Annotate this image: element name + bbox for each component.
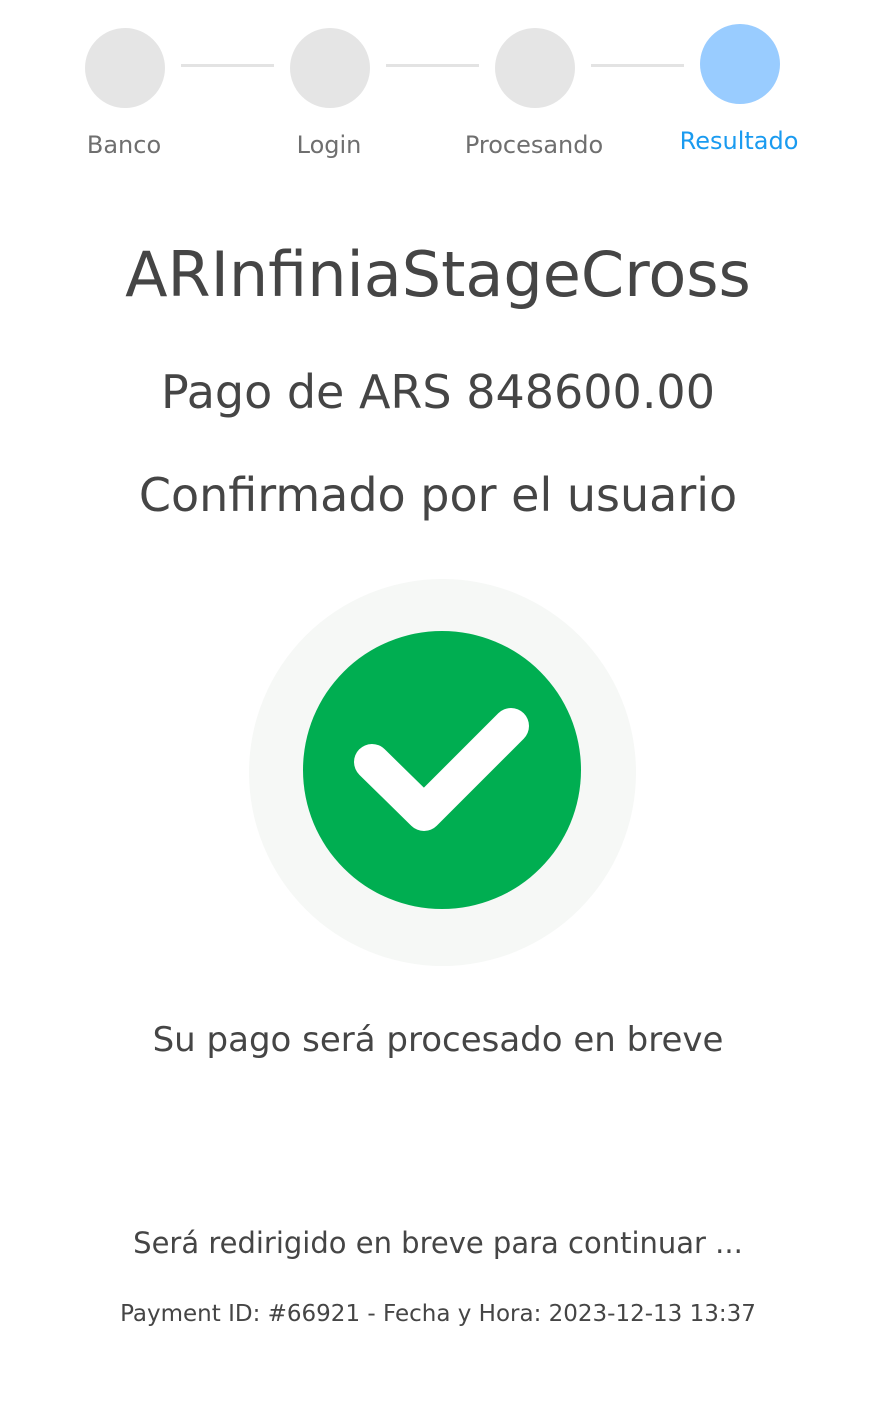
- step-banco-label: Banco: [86, 131, 162, 159]
- step-connector: [591, 64, 684, 67]
- merchant-name: ARInfiniaStageCross: [125, 238, 751, 311]
- step-login-label: Login: [296, 131, 362, 159]
- step-procesando-label: Procesando: [464, 131, 604, 159]
- payment-meta: Payment ID: #66921 - Fecha y Hora: 2023-…: [120, 1301, 756, 1327]
- redirect-notice: Será redirigido en breve para continuar …: [133, 1226, 743, 1260]
- step-resultado-circle: [700, 24, 780, 104]
- step-banco-circle: [85, 28, 165, 108]
- progress-stepper: Banco Login Procesando Resultado: [0, 0, 876, 190]
- step-login-circle: [290, 28, 370, 108]
- processing-info: Su pago será procesado en breve: [152, 1020, 724, 1060]
- payment-status: Confirmado por el usuario: [138, 468, 738, 522]
- step-connector: [181, 64, 274, 67]
- step-connector: [386, 64, 479, 67]
- check-circle-icon: [354, 708, 529, 831]
- step-resultado-label: Resultado: [679, 127, 799, 155]
- payment-amount: Pago de ARS 848600.00: [161, 365, 715, 419]
- step-procesando-circle: [495, 28, 575, 108]
